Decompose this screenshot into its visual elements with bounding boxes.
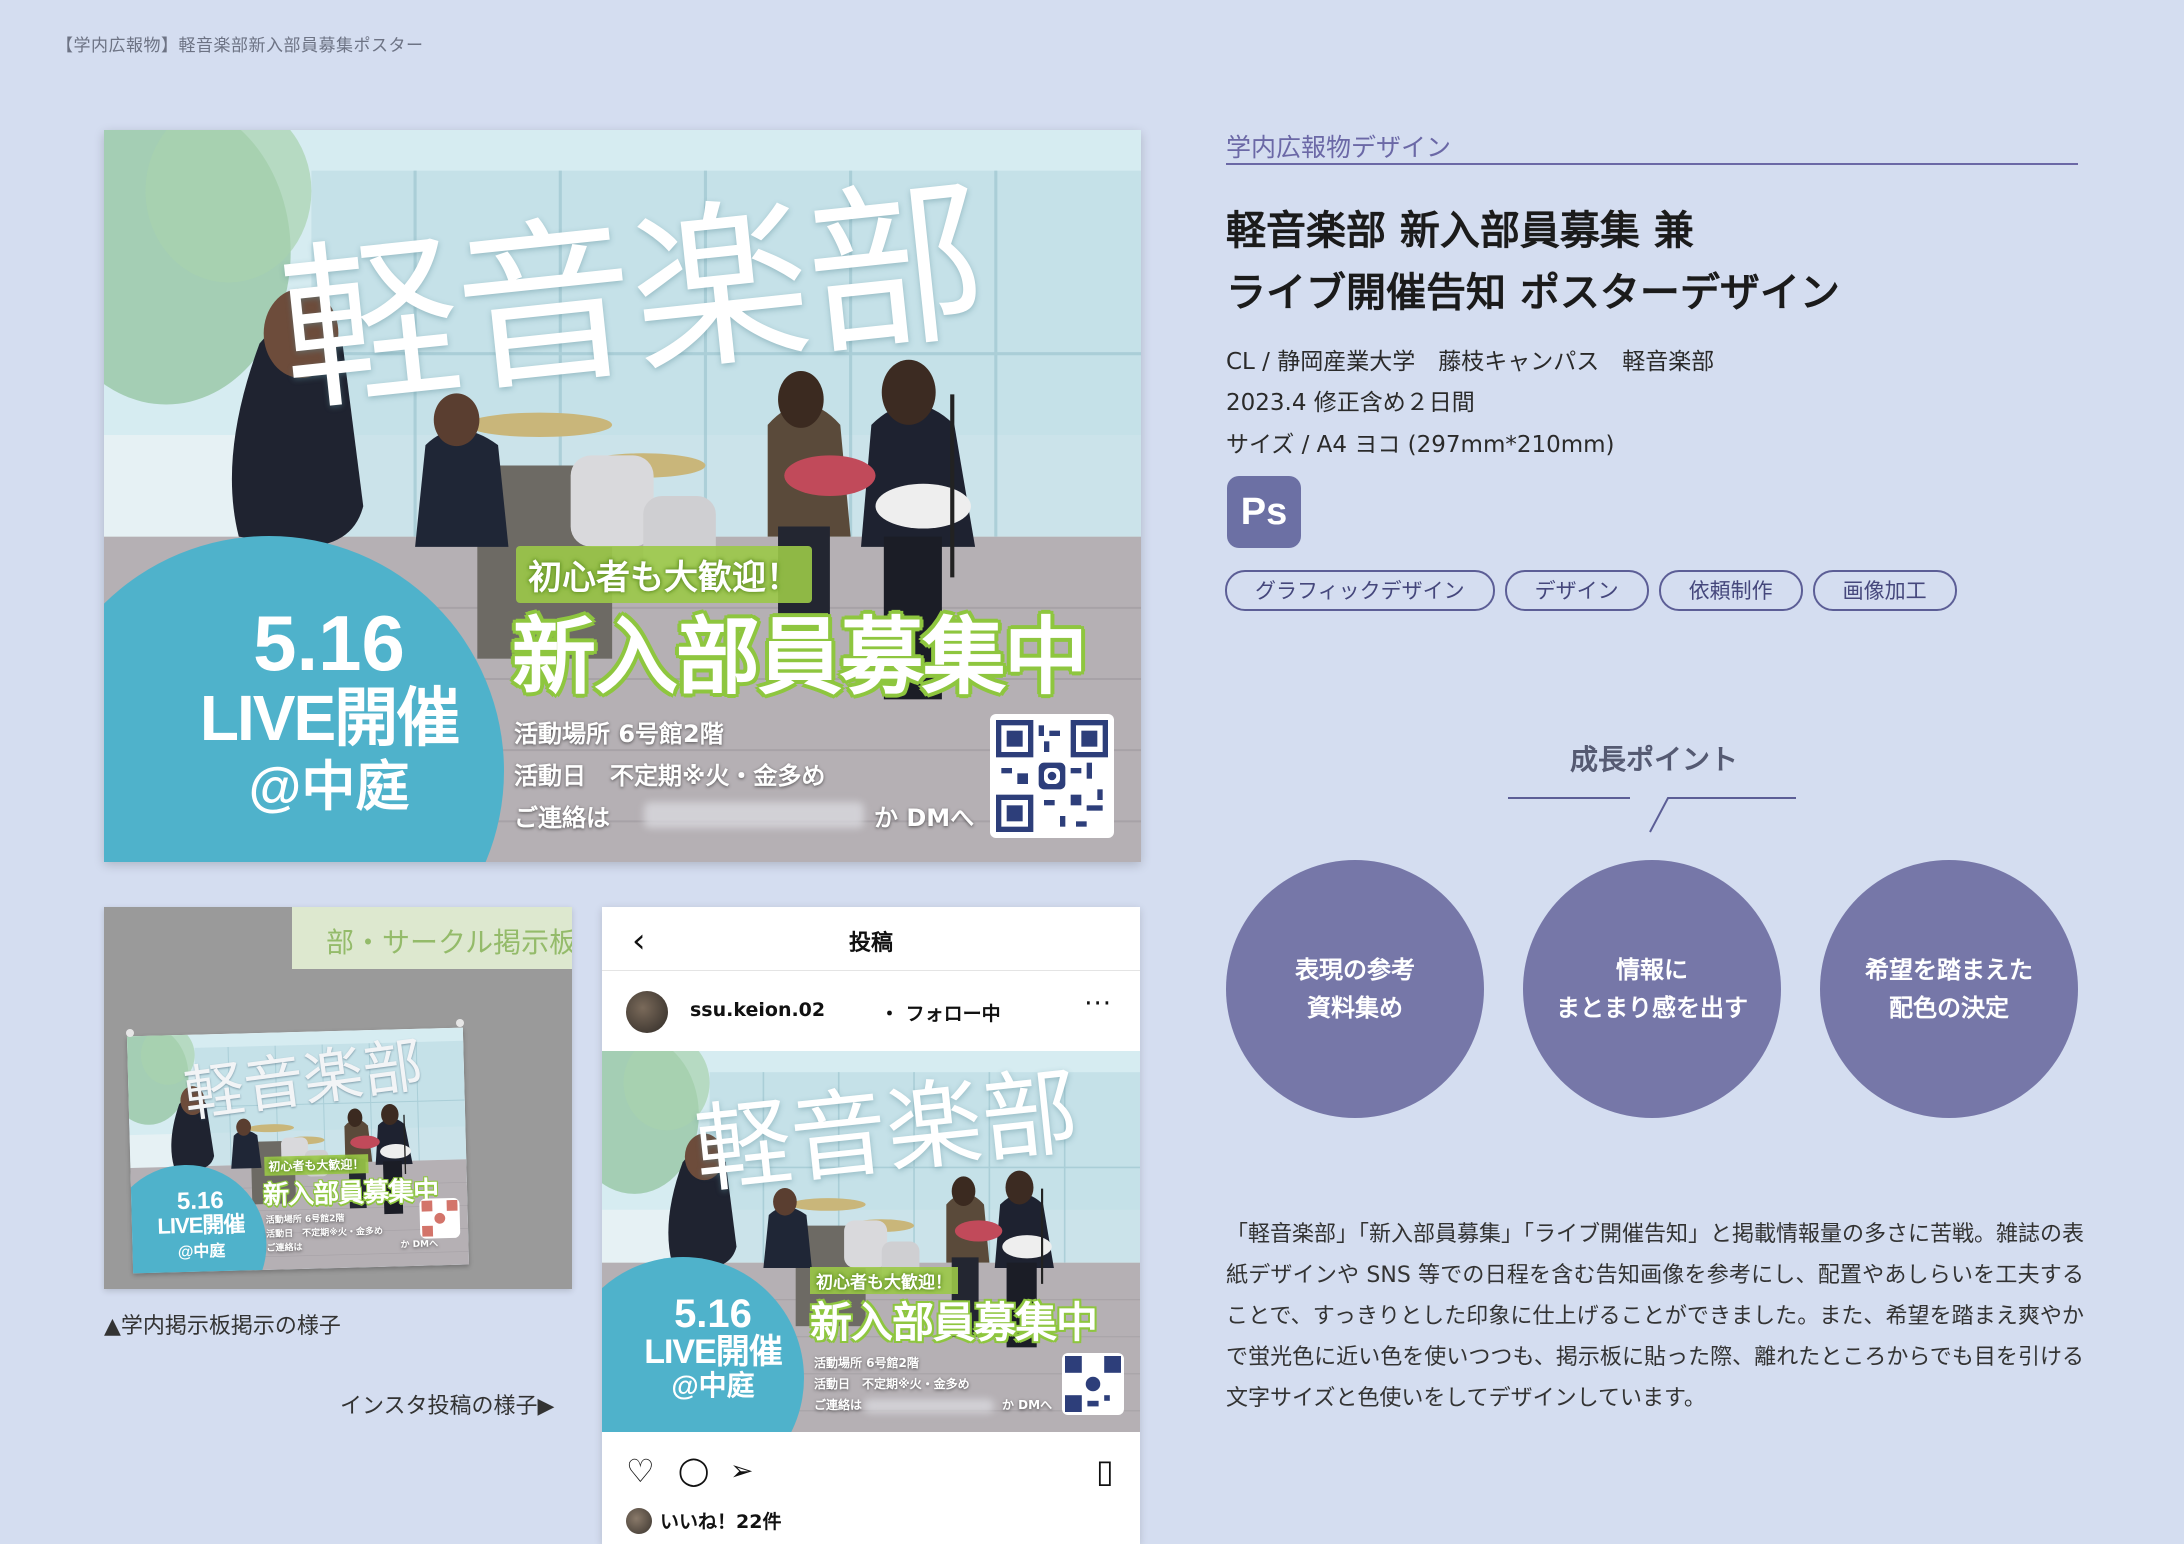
pin — [456, 1019, 464, 1027]
info-dm: か DMへ — [1002, 1398, 1053, 1412]
growth-point-text: 表現の参考 — [1295, 956, 1415, 984]
liker-avatar — [626, 1507, 652, 1534]
blurred-contact — [864, 1399, 994, 1413]
growth-point-2: 情報にまとまり感を出す — [1523, 860, 1781, 1118]
title-line-2: ライブ開催告知 ポスターデザイン — [1226, 270, 1840, 316]
qr-graphic — [1065, 1356, 1121, 1412]
growth-point-text: 希望を踏まえた — [1865, 956, 2033, 984]
posted-poster: 軽音楽部 5.16 LIVE開催 @中庭 初心者も大歓迎！ 新入部員募集中 活動… — [126, 1027, 470, 1274]
period-info: 2023.4 修正含め２日間 — [1226, 390, 1475, 416]
live-text: LIVE開催 — [157, 1211, 245, 1239]
info-place: 活動場所 6号館2階 — [814, 1356, 919, 1370]
size-info: サイズ / A4 ヨコ (297mm*210mm) — [1226, 432, 1615, 458]
instagram-post-mock: ‹ 投稿 ssu.keion.02 ・ フォロー中 ··· 軽音楽部 5.16 … — [602, 907, 1140, 1544]
username[interactable]: ssu.keion.02 — [690, 999, 825, 1021]
info-place: 活動場所 6号館2階 — [514, 720, 724, 748]
client-info: CL / 静岡産業大学 藤枝キャンパス 軽音楽部 — [1226, 349, 1715, 375]
photoshop-icon: Ps — [1227, 476, 1301, 548]
pin — [126, 1029, 134, 1037]
info-place: 活動場所 6号館2階 — [265, 1213, 345, 1226]
growth-point-text: 情報に — [1616, 956, 1688, 984]
info-days: 活動日 不定期※火・金多め — [814, 1377, 970, 1391]
live-date: 5.16 — [674, 1291, 752, 1336]
recruit-text: 新入部員募集中 — [262, 1175, 439, 1210]
category-label: 学内広報物デザイン — [1226, 133, 1452, 162]
tag-image-editing[interactable]: 画像加工 — [1812, 570, 1957, 611]
like-count[interactable]: いいね！22件 — [660, 1507, 781, 1534]
insta-action-bar: ♡ ◯ ➢ ▯ — [602, 1447, 1140, 1501]
qr-code-icon — [1062, 1353, 1124, 1415]
live-place: @中庭 — [248, 756, 410, 817]
avatar[interactable] — [626, 991, 668, 1033]
insta-top-bar: ‹ 投稿 — [602, 907, 1140, 971]
live-place: @中庭 — [177, 1243, 226, 1262]
bookmark-icon[interactable]: ▯ — [1096, 1455, 1114, 1487]
insta-title: 投稿 — [848, 931, 893, 956]
qr-graphic — [421, 1199, 459, 1237]
comment-icon[interactable]: ◯ — [678, 1457, 709, 1485]
like-count-row: いいね！22件 — [626, 1507, 781, 1534]
category-underline — [1226, 163, 2078, 165]
title-line-1: 軽音楽部 新入部員募集 兼 — [1226, 208, 1694, 254]
growth-point-text: まとまり感を出す — [1556, 994, 1748, 1022]
follow-status[interactable]: ・ フォロー中 — [880, 999, 1001, 1026]
insta-caption: インスタ投稿の様子▶ — [340, 1394, 555, 1419]
info-days: 活動日 不定期※火・金多め — [514, 762, 826, 790]
description-text: 「軽音楽部」「新入部員募集」「ライブ開催告知」と掲載情報量の多さに苦戦。雑誌の表… — [1226, 1222, 2085, 1411]
tag-list: グラフィックデザイン デザイン 依頼制作 画像加工 — [1225, 570, 1957, 611]
blurred-contact — [644, 802, 864, 828]
growth-divider — [1508, 797, 1796, 833]
live-date: 5.16 — [253, 599, 405, 688]
growth-point-text: 資料集め — [1307, 994, 1403, 1022]
live-text: LIVE開催 — [644, 1332, 783, 1371]
live-date: 5.16 — [176, 1186, 224, 1216]
info-contact: ご連絡は — [814, 1398, 863, 1412]
bulletin-board-photo: 部・サークル掲示板 軽音楽部 5.16 LIVE開催 @中庭 初心者も大歓迎！ … — [104, 907, 572, 1289]
live-place: @中庭 — [671, 1370, 755, 1402]
document-header: 【学内広報物】軽音楽部新入部員募集ポスター — [56, 36, 424, 56]
qr-graphic — [996, 720, 1108, 832]
main-poster: 軽音楽部 5.16 LIVE開催 @中庭 初心者も大歓迎！ 新入部員募集中 活動… — [104, 130, 1141, 862]
live-text: LIVE開催 — [199, 682, 460, 755]
qr-code-icon — [990, 714, 1114, 838]
growth-title: 成長ポイント — [1570, 743, 1739, 776]
info-contact: ご連絡は — [514, 804, 610, 832]
growth-point-text: 配色の決定 — [1889, 994, 2009, 1022]
recruit-text: 新入部員募集中 — [512, 610, 1088, 704]
more-options-icon[interactable]: ··· — [1084, 989, 1112, 1019]
recruit-text: 新入部員募集中 — [810, 1299, 1098, 1346]
like-heart-icon[interactable]: ♡ — [626, 1455, 655, 1487]
tag-design[interactable]: デザイン — [1504, 570, 1649, 611]
bulletin-caption: ▲学内掲示板掲示の様子 — [104, 1314, 341, 1339]
growth-point-1: 表現の参考 資料集め — [1226, 860, 1484, 1118]
project-title: 軽音楽部 新入部員募集 兼 ライブ開催告知 ポスターデザイン — [1226, 200, 1840, 324]
board-label: 部・サークル掲示板 — [292, 907, 572, 969]
qr-code-icon — [419, 1197, 461, 1239]
insta-user-row: ssu.keion.02 ・ フォロー中 ··· — [602, 971, 1140, 1047]
info-dm: か DMへ — [874, 804, 975, 832]
insta-post-image: 軽音楽部 5.16 LIVE開催 @中庭 初心者も大歓迎！ 新入部員募集中 活動… — [602, 1051, 1140, 1432]
info-contact: ご連絡は — [266, 1242, 303, 1254]
share-send-icon[interactable]: ➢ — [730, 1457, 753, 1485]
growth-point-3: 希望を踏まえた 配色の決定 — [1820, 860, 2078, 1118]
tag-commissioned[interactable]: 依頼制作 — [1658, 570, 1803, 611]
tag-graphic-design[interactable]: グラフィックデザイン — [1225, 570, 1495, 611]
